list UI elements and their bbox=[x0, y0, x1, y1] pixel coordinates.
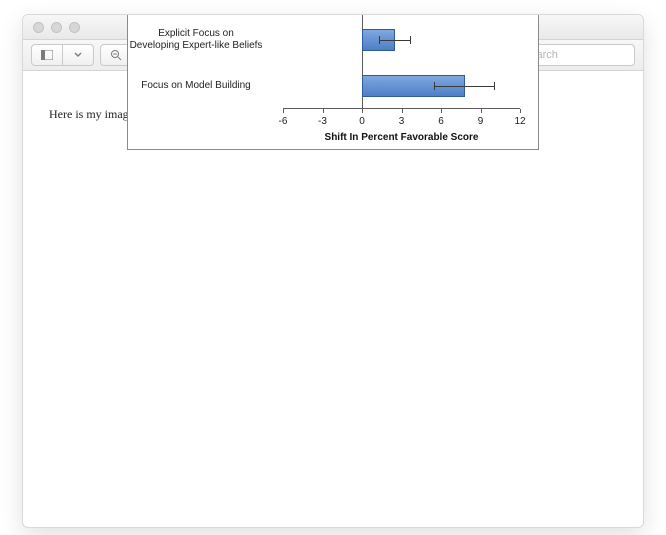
view-mode-segment bbox=[31, 44, 94, 66]
image-caption: Here is my image. bbox=[49, 107, 137, 122]
x-tick bbox=[402, 109, 403, 113]
y-category-label: Focus on Model Building bbox=[121, 80, 271, 92]
y-category-label: Explicit Focus on Developing Expert-like… bbox=[121, 28, 271, 52]
x-tick-label: 0 bbox=[359, 116, 365, 127]
x-tick-label: 3 bbox=[399, 116, 405, 127]
x-tick bbox=[481, 109, 482, 113]
x-tick bbox=[520, 109, 521, 113]
chart-plot-area: Shift In Percent Favorable Score -6-3036… bbox=[283, 14, 520, 109]
x-tick bbox=[362, 109, 363, 113]
pdf-preview-window: test.pdf (1 page) bbox=[22, 14, 644, 528]
document-content: Here is my image. Shifts in CLASS and MP… bbox=[23, 71, 643, 527]
x-tick bbox=[441, 109, 442, 113]
error-bar bbox=[379, 40, 411, 41]
view-mode-chevron-button[interactable] bbox=[63, 44, 94, 66]
x-tick-label: -6 bbox=[279, 116, 288, 127]
x-tick-label: -3 bbox=[318, 116, 327, 127]
x-tick-label: 9 bbox=[478, 116, 484, 127]
error-bar bbox=[434, 86, 495, 87]
x-tick-label: 12 bbox=[514, 116, 525, 127]
chart: Shifts in CLASS and MPEX Scores Based on… bbox=[127, 14, 539, 150]
x-axis-label: Shift In Percent Favorable Score bbox=[283, 132, 520, 143]
chevron-down-icon bbox=[74, 51, 82, 59]
x-tick bbox=[323, 109, 324, 113]
x-tick bbox=[283, 109, 284, 113]
view-mode-button[interactable] bbox=[31, 44, 63, 66]
x-tick-label: 6 bbox=[438, 116, 444, 127]
